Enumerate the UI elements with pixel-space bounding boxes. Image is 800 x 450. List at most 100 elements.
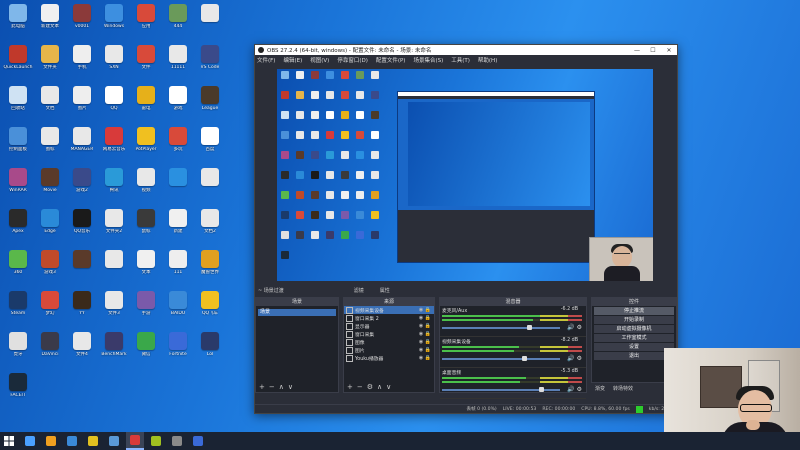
volume-slider[interactable]: [442, 356, 560, 361]
obs-window[interactable]: OBS 27.2.4 (64-bit, windows) - 配置文件: 未命名…: [254, 44, 678, 414]
source-item[interactable]: 窗口采集 2 ◉ 🔒: [344, 314, 434, 322]
visibility-lock-icons[interactable]: ◉ 🔒: [419, 331, 431, 337]
mute-settings-icons[interactable]: 🔊 ⚙: [567, 355, 582, 362]
source-item[interactable]: Youku播放器 ◉ 🔒: [344, 354, 434, 362]
move-down-icon[interactable]: ∨: [288, 383, 293, 391]
menu-item[interactable]: 停靠窗口(D): [337, 56, 368, 64]
properties-button[interactable]: 属性: [380, 287, 390, 294]
scene-item[interactable]: 场景: [258, 309, 336, 316]
desktop-icon[interactable]: 新建: [160, 207, 196, 245]
desktop-icon[interactable]: 文件3: [96, 289, 132, 327]
desktop-icon[interactable]: 文档: [32, 84, 68, 122]
taskbar-search-button[interactable]: [21, 432, 39, 450]
maximize-icon[interactable]: ☐: [645, 47, 661, 54]
desktop-icon[interactable]: 文件夹: [32, 43, 68, 81]
add-source-icon[interactable]: +: [347, 383, 353, 391]
desktop-icon[interactable]: 游戏3: [32, 248, 68, 286]
desktop-icon[interactable]: QQ: [96, 84, 132, 122]
volume-slider-knob[interactable]: [522, 356, 528, 361]
close-icon[interactable]: ✕: [661, 47, 677, 54]
desktop-icon[interactable]: 虎牙: [0, 330, 36, 368]
visibility-lock-icons[interactable]: ◉ 🔒: [419, 355, 431, 361]
control-button[interactable]: 设置: [594, 343, 674, 351]
move-up-icon[interactable]: ∧: [377, 383, 382, 391]
obs-titlebar[interactable]: OBS 27.2.4 (64-bit, windows) - 配置文件: 未命名…: [255, 45, 677, 55]
taskbar-steam-button[interactable]: [189, 432, 207, 450]
desktop-icon[interactable]: Steam: [0, 289, 36, 327]
desktop-icon[interactable]: 文件: [128, 43, 164, 81]
desktop-icon[interactable]: 文本: [128, 248, 164, 286]
desktop-icon[interactable]: 文件夹2: [96, 207, 132, 245]
source-item[interactable]: 显示器 ◉ 🔒: [344, 322, 434, 330]
desktop-icon[interactable]: 鼠标: [128, 207, 164, 245]
desktop-icon[interactable]: 游戏2: [64, 166, 100, 204]
desktop-icon[interactable]: MANAGER: [64, 125, 100, 163]
move-up-icon[interactable]: ∧: [279, 383, 284, 391]
desktop-icon[interactable]: 梦幻: [32, 289, 68, 327]
source-item[interactable]: 图像 ◉ 🔒: [344, 338, 434, 346]
volume-slider-knob[interactable]: [526, 325, 532, 330]
menu-item[interactable]: 场景集合(S): [413, 56, 443, 64]
desktop-icon[interactable]: Apex: [0, 207, 36, 245]
minimize-icon[interactable]: —: [629, 47, 645, 54]
control-button[interactable]: 工作室模式: [594, 334, 674, 342]
taskbar-app2-button[interactable]: [63, 432, 81, 450]
desktop-icon[interactable]: QQ飞车: [192, 289, 228, 327]
desktop-icon[interactable]: Lol: [192, 330, 228, 368]
desktop-icon[interactable]: 腾讯: [96, 166, 132, 204]
taskbar-app6-button[interactable]: [168, 432, 186, 450]
desktop-icon[interactable]: 多玩: [160, 125, 196, 163]
desktop-icon[interactable]: [192, 2, 228, 40]
desktop-icon[interactable]: DaVinci: [32, 330, 68, 368]
add-scene-icon[interactable]: +: [259, 383, 265, 391]
visibility-lock-icons[interactable]: ◉ 🔒: [419, 315, 431, 321]
desktop-icon[interactable]: 魔兽世界: [192, 248, 228, 286]
obs-preview[interactable]: [277, 69, 653, 281]
desktop-icon[interactable]: Movie: [32, 166, 68, 204]
menu-item[interactable]: 帮助(H): [478, 56, 497, 64]
desktop-icon[interactable]: Fortnite: [160, 330, 196, 368]
desktop-icon[interactable]: 此电脑: [0, 2, 36, 40]
desktop-icon[interactable]: 百度: [192, 125, 228, 163]
desktop-icon[interactable]: WinRAR: [0, 166, 36, 204]
menu-item[interactable]: 编辑(E): [283, 56, 302, 64]
desktop-icon[interactable]: 回收站: [0, 84, 36, 122]
desktop-icon[interactable]: FACEIT: [0, 371, 36, 409]
desktop-icon[interactable]: YY: [64, 289, 100, 327]
desktop-icon[interactable]: 444: [160, 2, 196, 40]
desktop-icon[interactable]: 手游: [128, 289, 164, 327]
desktop-icon[interactable]: 控制面板: [0, 125, 36, 163]
volume-slider-knob[interactable]: [538, 387, 544, 392]
desktop-icon[interactable]: 111: [160, 248, 196, 286]
mute-settings-icons[interactable]: 🔊 ⚙: [567, 324, 582, 331]
menu-item[interactable]: 视图(V): [310, 56, 329, 64]
desktop-icon[interactable]: [64, 248, 100, 286]
volume-slider[interactable]: [442, 387, 560, 392]
volume-slider[interactable]: [442, 325, 560, 330]
transition-effect-label[interactable]: 转场特效: [613, 385, 633, 392]
taskbar-start-button[interactable]: [0, 432, 18, 450]
source-item[interactable]: 图片 ◉ 🔒: [344, 346, 434, 354]
remove-source-icon[interactable]: −: [357, 383, 363, 391]
desktop-icon[interactable]: 图标: [32, 125, 68, 163]
source-item[interactable]: 视频采集设备 ◉ 🔒: [344, 306, 434, 314]
desktop-icon[interactable]: SXN: [96, 43, 132, 81]
desktop-icon[interactable]: 视频: [128, 166, 164, 204]
desktop-icon[interactable]: League: [192, 84, 228, 122]
desktop-icon[interactable]: 新建文本: [32, 2, 68, 40]
visibility-lock-icons[interactable]: ◉ 🔒: [419, 339, 431, 345]
visibility-lock-icons[interactable]: ◉ 🔒: [419, 347, 431, 353]
taskbar-obs-button[interactable]: [126, 432, 144, 450]
desktop-icon[interactable]: 雷电: [128, 84, 164, 122]
desktop-icon[interactable]: BenchMark: [96, 330, 132, 368]
source-settings-icon[interactable]: ⚙: [367, 383, 373, 391]
desktop-icon[interactable]: Edge: [32, 207, 68, 245]
menu-item[interactable]: 文件(F): [257, 56, 275, 64]
control-button[interactable]: 退出: [594, 352, 674, 360]
desktop-icon[interactable]: 图片: [64, 84, 100, 122]
desktop-icon[interactable]: 应用: [128, 2, 164, 40]
desktop-icon[interactable]: QuickLaunch: [0, 43, 36, 81]
move-down-icon[interactable]: ∨: [386, 383, 391, 391]
desktop-icon[interactable]: 网易云音乐: [96, 125, 132, 163]
remove-scene-icon[interactable]: −: [269, 383, 275, 391]
